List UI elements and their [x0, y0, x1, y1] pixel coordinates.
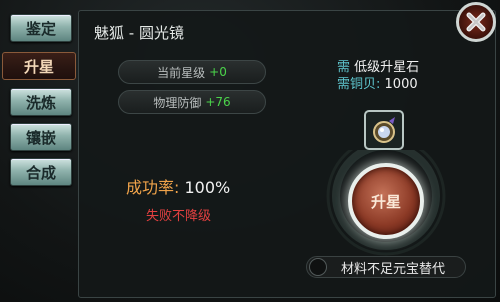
sidebar: 鉴定 升星 洗炼 镶嵌 合成: [0, 0, 80, 302]
success-rate: 成功率: 100%: [126, 174, 230, 198]
tab-compose[interactable]: 合成: [10, 158, 72, 186]
stat-label: 当前星级: [157, 65, 206, 80]
stat-value: +76: [205, 95, 231, 109]
success-rate-value: 100%: [184, 178, 231, 197]
substitute-checkbox[interactable]: [309, 258, 327, 276]
material-item-slot[interactable]: [364, 110, 404, 150]
requirement-copper: 需铜贝: 1000: [337, 73, 418, 92]
mirror-item-icon: [373, 117, 395, 143]
stat-value: +0: [209, 65, 227, 79]
substitute-toggle[interactable]: 材料不足元宝替代: [306, 256, 466, 278]
stat-physical-defense: 物理防御 +76: [118, 90, 266, 114]
stat-current-star: 当前星级 +0: [118, 60, 266, 84]
requirement-value: 1000: [384, 77, 418, 92]
no-downgrade-note: 失败不降级: [146, 209, 212, 224]
close-button[interactable]: [456, 2, 496, 42]
substitute-label: 材料不足元宝替代: [341, 261, 446, 277]
tab-identify[interactable]: 鉴定: [10, 14, 72, 42]
upgrade-star-button[interactable]: 升星: [348, 163, 424, 239]
tab-refine[interactable]: 洗炼: [10, 88, 72, 116]
tab-upgrade-star[interactable]: 升星: [2, 52, 76, 80]
requirement-label: 需铜贝:: [337, 77, 381, 92]
stat-label: 物理防御: [153, 95, 202, 110]
close-icon: [466, 12, 486, 32]
item-title: 魅狐 - 圆光镜: [94, 24, 184, 42]
success-rate-label: 成功率:: [126, 178, 180, 197]
tab-inlay[interactable]: 镶嵌: [10, 123, 72, 151]
